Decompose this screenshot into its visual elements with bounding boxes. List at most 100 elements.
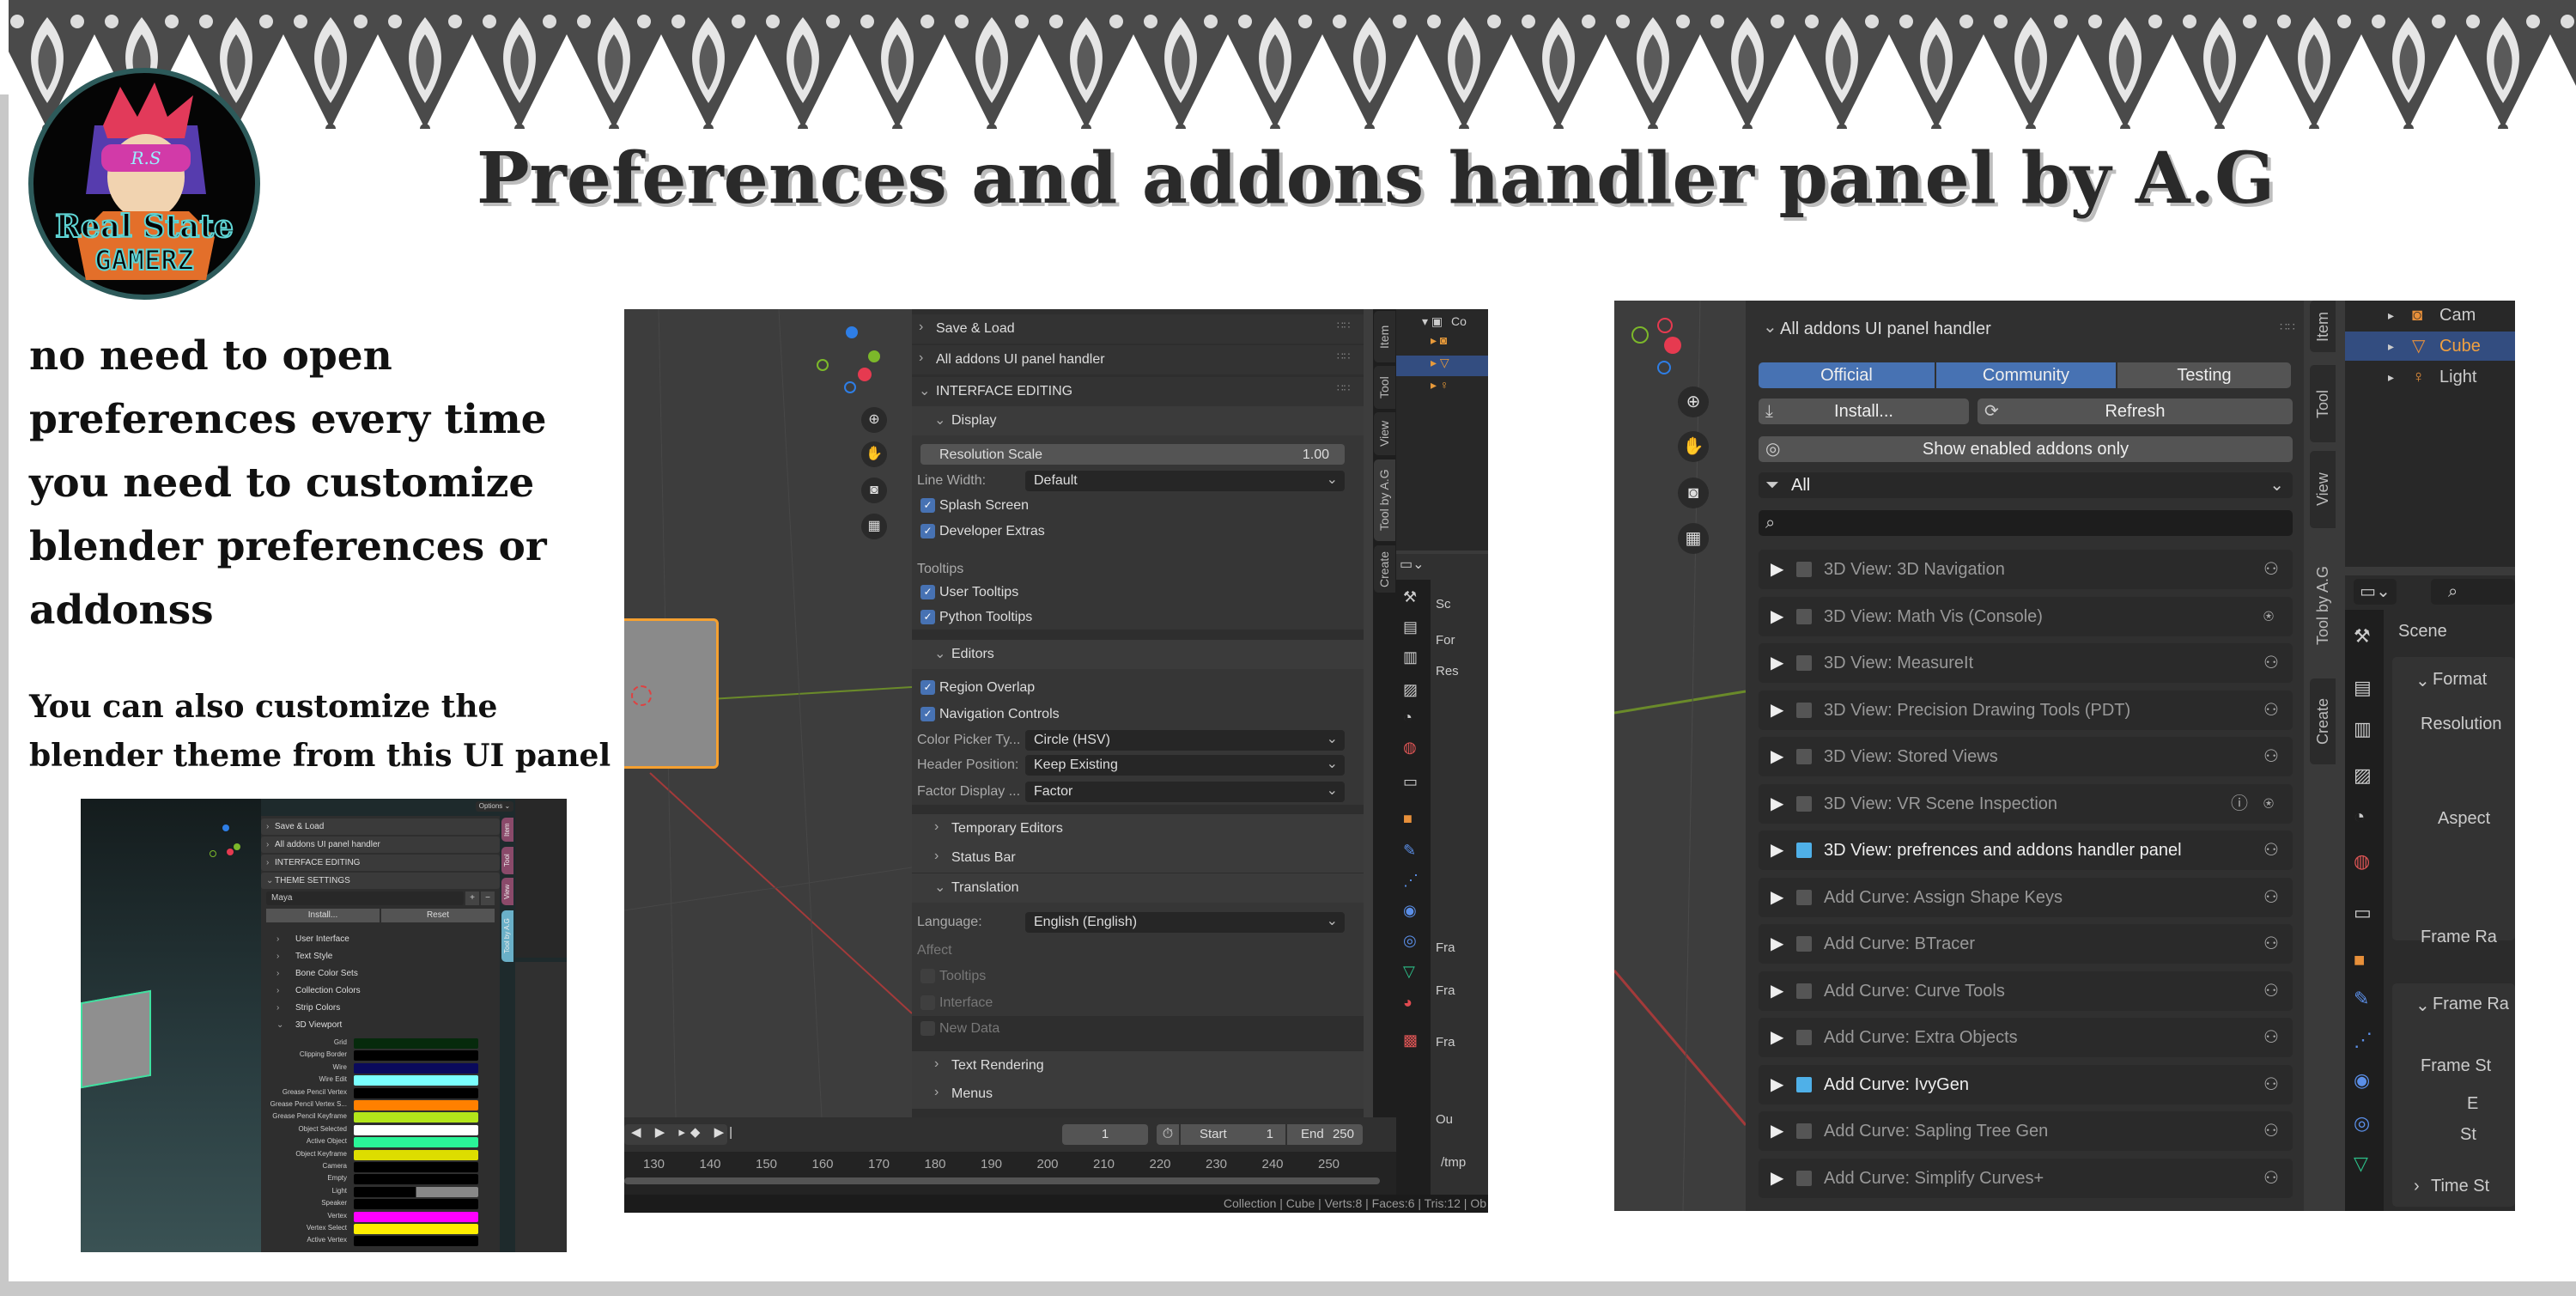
addon-row[interactable]: ▶ 3D View: prefrences and addons handler …	[1759, 831, 2293, 870]
object-icon[interactable]: ■	[2354, 949, 2365, 971]
material-icon[interactable]: ◕	[1403, 994, 1424, 1012]
expand-triangle-icon[interactable]: ▶	[1771, 971, 1783, 1011]
drag-handle-icon[interactable]: ∷∷	[1337, 350, 1350, 362]
theme-color-swatch[interactable]	[354, 1050, 478, 1062]
theme-color-swatch[interactable]	[354, 1124, 478, 1135]
sidebar-tab-tool[interactable]: Tool	[2310, 365, 2336, 442]
expand-triangle-icon[interactable]: ▶	[1771, 1159, 1783, 1198]
subpanel-header-status-bar[interactable]: › Status Bar	[912, 843, 1364, 873]
addon-enable-checkbox[interactable]	[1796, 983, 1812, 999]
constraints-icon[interactable]: ◎	[1403, 932, 1424, 950]
checkbox-splash-screen[interactable]: ✓	[920, 498, 935, 513]
sidebar-tab-tool-by-a-g[interactable]: Tool by A.G	[2310, 545, 2336, 666]
sidebar-tab-item[interactable]: Item	[1374, 311, 1395, 362]
theme-color-swatch[interactable]	[354, 1087, 478, 1098]
stopwatch-icon[interactable]: ⏱	[1157, 1124, 1179, 1145]
checkbox-developer-extras[interactable]: ✓	[920, 524, 935, 538]
tab-testing[interactable]: Testing	[2117, 362, 2291, 388]
checkbox-region-overlap[interactable]: ✓	[920, 680, 935, 695]
drag-handle-icon[interactable]: ∷∷	[1337, 319, 1350, 332]
outliner-row-cube-selected[interactable]: ▸ ▽	[1396, 356, 1488, 376]
world-icon[interactable]: ◍	[2354, 850, 2370, 873]
addon-row[interactable]: ▶ Add Curve: Sapling Tree Gen ⚇	[1759, 1111, 2293, 1151]
addon-row[interactable]: ▶ 3D View: VR Scene Inspection ⓘ ⍟	[1759, 783, 2293, 824]
physics-icon[interactable]: ◉	[1403, 902, 1424, 920]
addon-enable-checkbox[interactable]	[1796, 1170, 1812, 1186]
expand-triangle-icon[interactable]: ▶	[1771, 597, 1783, 636]
tool-icon[interactable]: ⚒	[1403, 588, 1424, 606]
camera-icon[interactable]: ◙	[861, 478, 887, 503]
panel-header-save-load[interactable]: › Save & Load ∷∷	[912, 314, 1364, 344]
checkbox-python-tooltips[interactable]: ✓	[920, 610, 935, 624]
add-preset-button[interactable]: +	[465, 891, 479, 905]
playback-controls[interactable]: ◀ ▶ ▸◆ ▶|	[624, 1124, 732, 1145]
render-icon[interactable]: ▤	[2354, 677, 2372, 699]
zoom-icon[interactable]: ⊕	[1678, 386, 1709, 417]
expand-triangle-icon[interactable]: ▶	[1771, 737, 1783, 776]
addon-row[interactable]: ▶ Add Curve: Simplify Curves+ ⚇	[1759, 1158, 2293, 1198]
install-button[interactable]: Install...	[266, 909, 380, 922]
addon-row[interactable]: ▶ Add Curve: Assign Shape Keys ⚇	[1759, 877, 2293, 917]
sidebar-tab-view[interactable]: View	[501, 878, 513, 905]
show-enabled-toggle[interactable]: ◎ Show enabled addons only	[1759, 436, 2293, 462]
particles-icon[interactable]: ⋰	[2354, 1029, 2372, 1051]
tool-icon[interactable]: ⚒	[2354, 625, 2371, 648]
addon-enable-checkbox[interactable]	[1796, 795, 1812, 812]
checkbox-interface[interactable]	[920, 995, 935, 1010]
resolution-scale-slider[interactable]: Resolution Scale 1.00	[920, 444, 1345, 465]
sidebar-tab-tool-by-a-g[interactable]: Tool by A.G	[1374, 459, 1395, 541]
theme-color-swatch[interactable]	[354, 1174, 478, 1185]
panel-header[interactable]: › INTERFACE EDITING	[261, 855, 500, 871]
panel-header-all-addons-ui-panel-handler[interactable]: ⌄ All addons UI panel handler ∷∷	[1746, 313, 2304, 345]
constraints-icon[interactable]: ◎	[2354, 1112, 2370, 1135]
addon-row[interactable]: ▶ 3D View: MeasureIt ⚇	[1759, 643, 2293, 683]
modifier-icon[interactable]: ✎	[2354, 988, 2369, 1010]
outliner-row-cam[interactable]: ▸ ◙ Cam	[2345, 301, 2515, 330]
expand-triangle-icon[interactable]: ▶	[1771, 691, 1783, 730]
camera-icon[interactable]: ◙	[1678, 478, 1709, 508]
dropdown-language[interactable]: English (English) ⌄	[1025, 912, 1345, 933]
dropdown-color-picker-ty[interactable]: Circle (HSV) ⌄	[1025, 730, 1345, 751]
refresh-button[interactable]: ⟳ Refresh	[1978, 399, 2293, 424]
output-icon[interactable]: ▥	[2354, 718, 2372, 740]
timeline-scrollbar[interactable]	[624, 1177, 1380, 1184]
addon-enable-checkbox[interactable]	[1796, 1076, 1812, 1092]
panel-header[interactable]: › Save & Load	[261, 818, 500, 835]
current-frame-field[interactable]: 1	[1062, 1124, 1148, 1145]
texture-icon[interactable]: ▩	[1403, 1031, 1424, 1050]
addon-enable-checkbox[interactable]	[1796, 702, 1812, 718]
theme-section[interactable]: › User Interface	[261, 932, 500, 947]
view-layer-icon[interactable]: ▨	[1403, 681, 1424, 699]
theme-section[interactable]: › Collection Colors	[261, 983, 500, 999]
addon-row[interactable]: ▶ Add Curve: IvyGen ⚇	[1759, 1064, 2293, 1104]
category-filter-dropdown[interactable]: ⏷ All ⌄	[1759, 472, 2293, 498]
dropdown-factor-display[interactable]: Factor ⌄	[1025, 782, 1345, 802]
sidebar-tab-create[interactable]: Create	[2310, 678, 2336, 764]
theme-color-swatch[interactable]	[354, 1075, 478, 1086]
editor-type-icon[interactable]: ▭⌄	[2354, 579, 2397, 605]
outliner-row-camera[interactable]: ▸ ◙	[1396, 333, 1488, 354]
modifier-icon[interactable]: ✎	[1403, 842, 1424, 860]
addon-row[interactable]: ▶ Add Curve: BTracer ⚇	[1759, 924, 2293, 964]
sidebar-tab-create[interactable]: Create	[1374, 545, 1395, 593]
outliner-row-light[interactable]: ▸ ♀	[1396, 378, 1488, 399]
hand-pan-icon[interactable]: ✋	[861, 441, 887, 467]
sidebar-tab-tool[interactable]: Tool	[501, 847, 513, 874]
expand-triangle-icon[interactable]: ▶	[1771, 831, 1783, 870]
addon-enable-checkbox[interactable]	[1796, 655, 1812, 671]
addon-row[interactable]: ▶ Add Curve: Extra Objects ⚇	[1759, 1018, 2293, 1057]
subpanel-header-temporary-editors[interactable]: › Temporary Editors	[912, 814, 1364, 843]
panel-header[interactable]: › All addons UI panel handler	[261, 837, 500, 853]
expand-triangle-icon[interactable]: ▶	[1771, 1111, 1783, 1151]
sidebar-tab-tool-by-a-g[interactable]: Tool by A.G	[501, 910, 513, 962]
checkbox-tooltips[interactable]	[920, 969, 935, 983]
world-icon[interactable]: ◍	[1403, 739, 1424, 757]
checkbox-user-tooltips[interactable]: ✓	[920, 585, 935, 599]
tab-community[interactable]: Community	[1936, 362, 2116, 388]
expand-triangle-icon[interactable]: ▶	[1771, 924, 1783, 964]
data-icon[interactable]: ▽	[2354, 1153, 2368, 1175]
drag-handle-icon[interactable]: ∷∷	[2280, 319, 2295, 334]
info-icon[interactable]: ⓘ	[2231, 784, 2248, 824]
reset-button[interactable]: Reset	[381, 909, 495, 922]
start-frame-field[interactable]: Start 1	[1181, 1124, 1285, 1145]
